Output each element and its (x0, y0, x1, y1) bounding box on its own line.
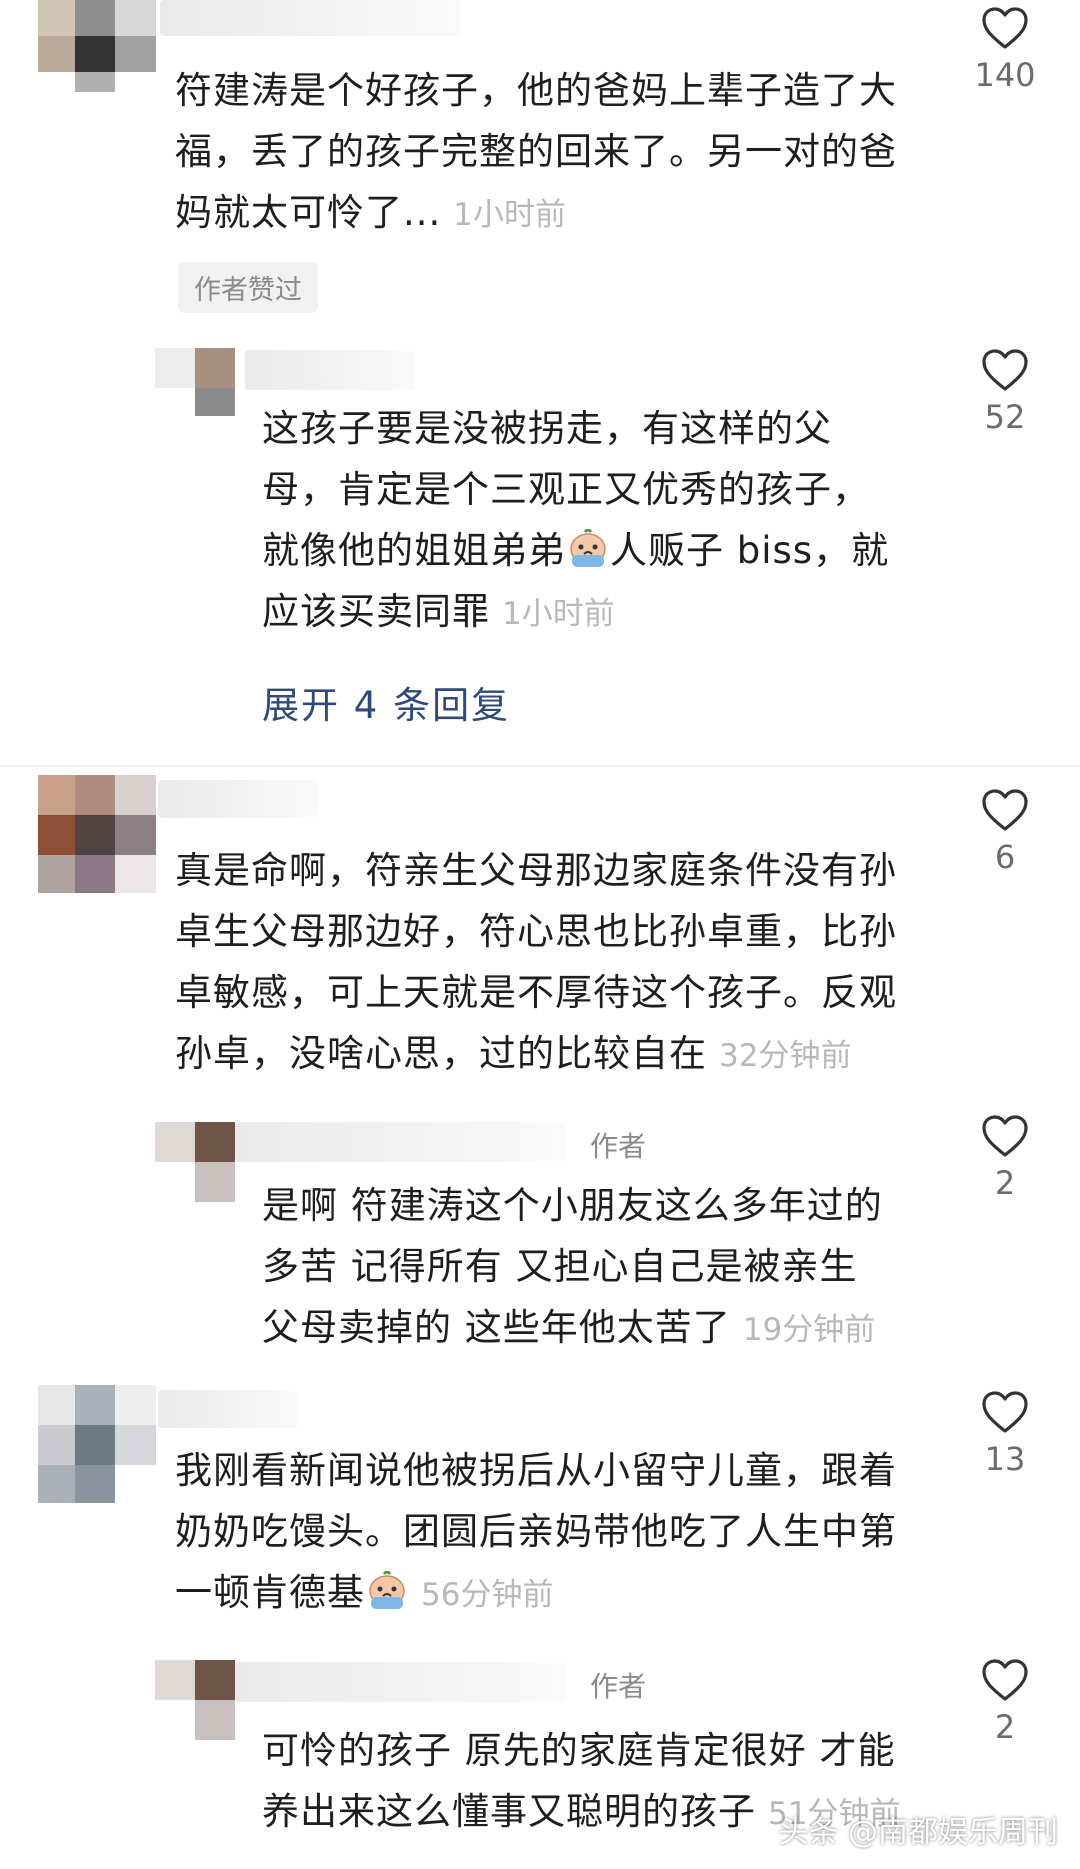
author-tag: 作者 (590, 1130, 647, 1163)
like-button[interactable]: 13 (965, 1390, 1045, 1478)
like-button[interactable]: 2 (965, 1658, 1045, 1746)
heart-outline-icon (982, 1115, 1028, 1157)
like-button[interactable]: 52 (965, 348, 1045, 436)
comment-3: 真是命啊，符亲生父母那边家庭条件没有孙 卓生父母那边好，符心思也比孙卓重，比孙 … (0, 770, 1080, 1075)
reply-1: 这孩子要是没被拐走，有这样的父 母，肯定是个三观正又优秀的孩子， 就像他的姐姐弟… (0, 330, 1080, 730)
reply-2: 作者 是啊 符建涛这个小朋友这么多年过的 多苦 记得所有 又担心自己是被亲生 父… (0, 1100, 1080, 1360)
username-blurred[interactable] (158, 1390, 298, 1428)
author-tag: 作者 (590, 1670, 647, 1703)
username-blurred[interactable] (160, 0, 460, 36)
reply-text: 这孩子要是没被拐走，有这样的父 母，肯定是个三观正又优秀的孩子， 就像他的姐姐弟… (262, 407, 890, 633)
like-button[interactable]: 2 (965, 1114, 1045, 1202)
like-count: 52 (984, 398, 1026, 436)
avatar[interactable] (155, 348, 245, 416)
comment-5: 我刚看新闻说他被拐后从小留守儿童，跟着 奶奶吃馒头。团圆后亲妈带他吃了人生中第 … (0, 1380, 1080, 1630)
reply-text: 是啊 符建涛这个小朋友这么多年过的 多苦 记得所有 又担心自己是被亲生 父母卖掉… (262, 1184, 883, 1349)
like-count: 140 (974, 56, 1036, 94)
comment-text: 真是命啊，符亲生父母那边家庭条件没有孙 卓生父母那边好，符心思也比孙卓重，比孙 … (175, 849, 897, 1075)
comment-1: 符建涛是个好孩子，他的爸妈上辈子造了大 福，丢了的孩子完整的回来了。另一对的爸 … (0, 0, 1080, 313)
like-count: 6 (994, 838, 1016, 876)
username-blurred[interactable] (235, 1662, 565, 1702)
avatar[interactable] (38, 775, 156, 893)
heart-outline-icon (982, 349, 1028, 391)
heart-outline-icon (982, 789, 1028, 831)
comment-time: 1小时前 (453, 197, 567, 233)
like-count: 2 (994, 1708, 1016, 1746)
like-count: 13 (984, 1440, 1026, 1478)
username-blurred[interactable] (158, 780, 318, 818)
heart-outline-icon (982, 1391, 1028, 1433)
comment-time: 19分钟前 (742, 1312, 876, 1348)
heart-outline-icon (982, 1659, 1028, 1701)
heart-outline-icon (982, 7, 1028, 49)
comment-time: 32分钟前 (719, 1038, 852, 1074)
avatar[interactable] (155, 1660, 235, 1740)
watermark: 头条 @南都娱乐周刊 (778, 1815, 1058, 1850)
divider (0, 765, 1080, 767)
comment-text: 符建涛是个好孩子，他的爸妈上辈子造了大 福，丢了的孩子完整的回来了。另一对的爸 … (175, 69, 897, 234)
crying-face-emoji-icon (365, 1568, 409, 1609)
like-button[interactable]: 6 (965, 788, 1045, 876)
avatar[interactable] (155, 1122, 235, 1202)
username-blurred[interactable] (235, 1122, 565, 1162)
comment-time: 56分钟前 (421, 1577, 554, 1613)
username-blurred[interactable] (245, 350, 415, 390)
like-button[interactable]: 140 (965, 6, 1045, 94)
comment-text: 我刚看新闻说他被拐后从小留守儿童，跟着 奶奶吃馒头。团圆后亲妈带他吃了人生中第 … (175, 1449, 897, 1614)
crying-face-emoji-icon (566, 526, 610, 567)
author-liked-badge: 作者赞过 (178, 262, 318, 313)
like-count: 2 (994, 1164, 1016, 1202)
avatar[interactable] (38, 1385, 156, 1503)
comment-time: 1小时前 (502, 596, 615, 632)
avatar[interactable] (38, 0, 156, 92)
expand-replies-link[interactable]: 展开 4 条回复 (262, 675, 510, 729)
